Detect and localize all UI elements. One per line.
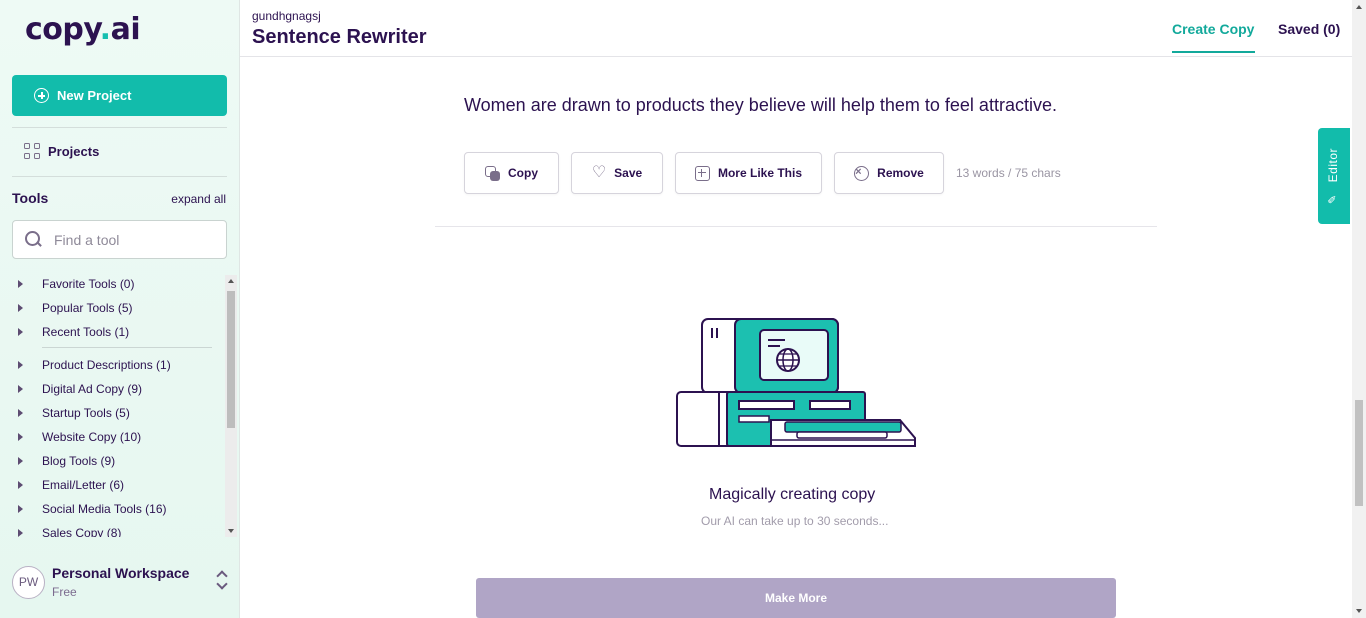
caret-right-icon <box>18 304 23 312</box>
tool-group-digital-ad-copy[interactable]: Digital Ad Copy (9) <box>18 382 142 396</box>
sidebar-divider <box>12 176 227 177</box>
content-divider <box>435 226 1157 227</box>
editor-side-tab[interactable]: Editor ✎ <box>1318 128 1350 224</box>
scroll-thumb[interactable] <box>227 291 235 428</box>
tool-search-input[interactable] <box>54 231 204 248</box>
workspace-switcher[interactable]: PW Personal Workspace Free <box>0 546 240 618</box>
scroll-down-arrow-icon[interactable] <box>1356 609 1362 613</box>
caret-right-icon <box>18 361 23 369</box>
expand-all-link[interactable]: expand all <box>171 192 226 206</box>
caret-right-icon <box>18 457 23 465</box>
search-icon <box>25 231 42 248</box>
copy-label: Copy <box>508 166 538 180</box>
remove-button[interactable]: × Remove <box>834 152 944 194</box>
workspace-avatar: PW <box>12 565 45 599</box>
tool-group-blog-tools[interactable]: Blog Tools (9) <box>18 454 115 468</box>
page-scrollbar[interactable] <box>1352 0 1366 618</box>
caret-right-icon <box>18 505 23 513</box>
generated-copy-text: Women are drawn to products they believe… <box>464 95 1057 115</box>
tool-group-sales-copy[interactable]: Sales Copy (8) <box>18 526 121 537</box>
tool-group-label: Blog Tools (9) <box>42 454 116 468</box>
workspace-name: Personal Workspace <box>52 565 190 581</box>
scroll-up-arrow-icon[interactable] <box>1356 5 1362 9</box>
page-header: gundhgnagsj Sentence Rewriter Create Cop… <box>240 0 1352 57</box>
word-char-count: 13 words / 75 chars <box>956 166 1061 180</box>
caret-right-icon <box>18 433 23 441</box>
caret-right-icon <box>18 280 23 288</box>
caret-right-icon <box>18 529 23 537</box>
tab-saved[interactable]: Saved (0) <box>1278 21 1340 37</box>
caret-right-icon <box>18 409 23 417</box>
tool-group-product-descriptions[interactable]: Product Descriptions (1) <box>18 358 171 372</box>
tool-group-email-letter[interactable]: Email/Letter (6) <box>18 478 124 492</box>
tool-group-recent[interactable]: Recent Tools (1) <box>18 325 129 339</box>
project-breadcrumb[interactable]: gundhgnagsj <box>252 9 321 23</box>
tool-group-label: Email/Letter (6) <box>42 478 125 492</box>
sidebar: copy.ai New Project Projects Tools expan… <box>0 0 240 618</box>
tool-group-label: Sales Copy (8) <box>42 526 122 537</box>
copy-icon <box>485 165 500 181</box>
editor-tab-label: Editor <box>1326 148 1340 183</box>
new-project-label: New Project <box>57 88 132 103</box>
tool-list: Favorite Tools (0) Popular Tools (5) Rec… <box>0 275 225 537</box>
tool-search[interactable] <box>12 220 227 259</box>
projects-link[interactable]: Projects <box>24 143 99 159</box>
page-scroll-thumb[interactable] <box>1355 400 1363 506</box>
workspace-plan: Free <box>52 585 77 599</box>
heart-icon: ♡ <box>591 164 607 181</box>
tool-group-social-media[interactable]: Social Media Tools (16) <box>18 502 167 516</box>
caret-right-icon <box>18 385 23 393</box>
new-project-button[interactable]: New Project <box>12 75 227 116</box>
tool-group-label: Digital Ad Copy (9) <box>42 382 143 396</box>
more-like-this-label: More Like This <box>717 166 803 180</box>
projects-label: Projects <box>48 143 100 159</box>
grid-icon <box>24 143 40 159</box>
tab-create-copy[interactable]: Create Copy <box>1172 21 1256 53</box>
plus-circle-icon <box>34 88 49 103</box>
pencil-icon: ✎ <box>1327 194 1340 205</box>
chevron-up-down-icon[interactable] <box>216 570 228 590</box>
make-more-button[interactable]: Make More <box>476 578 1116 618</box>
loading-subtitle: Our AI can take up to 30 seconds... <box>701 514 889 528</box>
sidebar-divider <box>12 127 227 128</box>
tool-list-scrollbar[interactable] <box>225 275 237 537</box>
tool-group-favorite[interactable]: Favorite Tools (0) <box>18 277 134 291</box>
tool-group-website-copy[interactable]: Website Copy (10) <box>18 430 141 444</box>
tool-group-label: Website Copy (10) <box>42 430 142 444</box>
tool-group-label: Product Descriptions (1) <box>42 358 171 372</box>
more-like-this-button[interactable]: More Like This <box>675 152 822 194</box>
save-label: Save <box>614 166 643 180</box>
tool-group-startup-tools[interactable]: Startup Tools (5) <box>18 406 130 420</box>
loading-title: Magically creating copy <box>709 486 876 503</box>
retro-computer-illustration <box>676 318 916 447</box>
plus-square-icon <box>694 165 710 181</box>
close-circle-icon: × <box>854 165 870 181</box>
tool-group-label: Popular Tools (5) <box>42 301 133 315</box>
page-title: Sentence Rewriter <box>252 26 427 48</box>
copy-button[interactable]: Copy <box>464 152 559 194</box>
caret-right-icon <box>18 328 23 336</box>
tool-group-popular[interactable]: Popular Tools (5) <box>18 301 133 315</box>
tool-group-label: Favorite Tools (0) <box>42 277 135 291</box>
copyai-logo[interactable]: copy.ai <box>25 12 141 47</box>
tool-group-label: Startup Tools (5) <box>42 406 130 420</box>
remove-label: Remove <box>877 166 924 180</box>
caret-right-icon <box>18 481 23 489</box>
tool-group-label: Recent Tools (1) <box>42 325 130 339</box>
tool-list-divider <box>42 347 212 348</box>
scroll-down-arrow-icon[interactable] <box>228 529 234 533</box>
tool-group-label: Social Media Tools (16) <box>42 502 167 516</box>
tools-heading: Tools <box>12 190 49 206</box>
scroll-up-arrow-icon[interactable] <box>228 279 234 283</box>
save-button[interactable]: ♡ Save <box>571 152 663 194</box>
